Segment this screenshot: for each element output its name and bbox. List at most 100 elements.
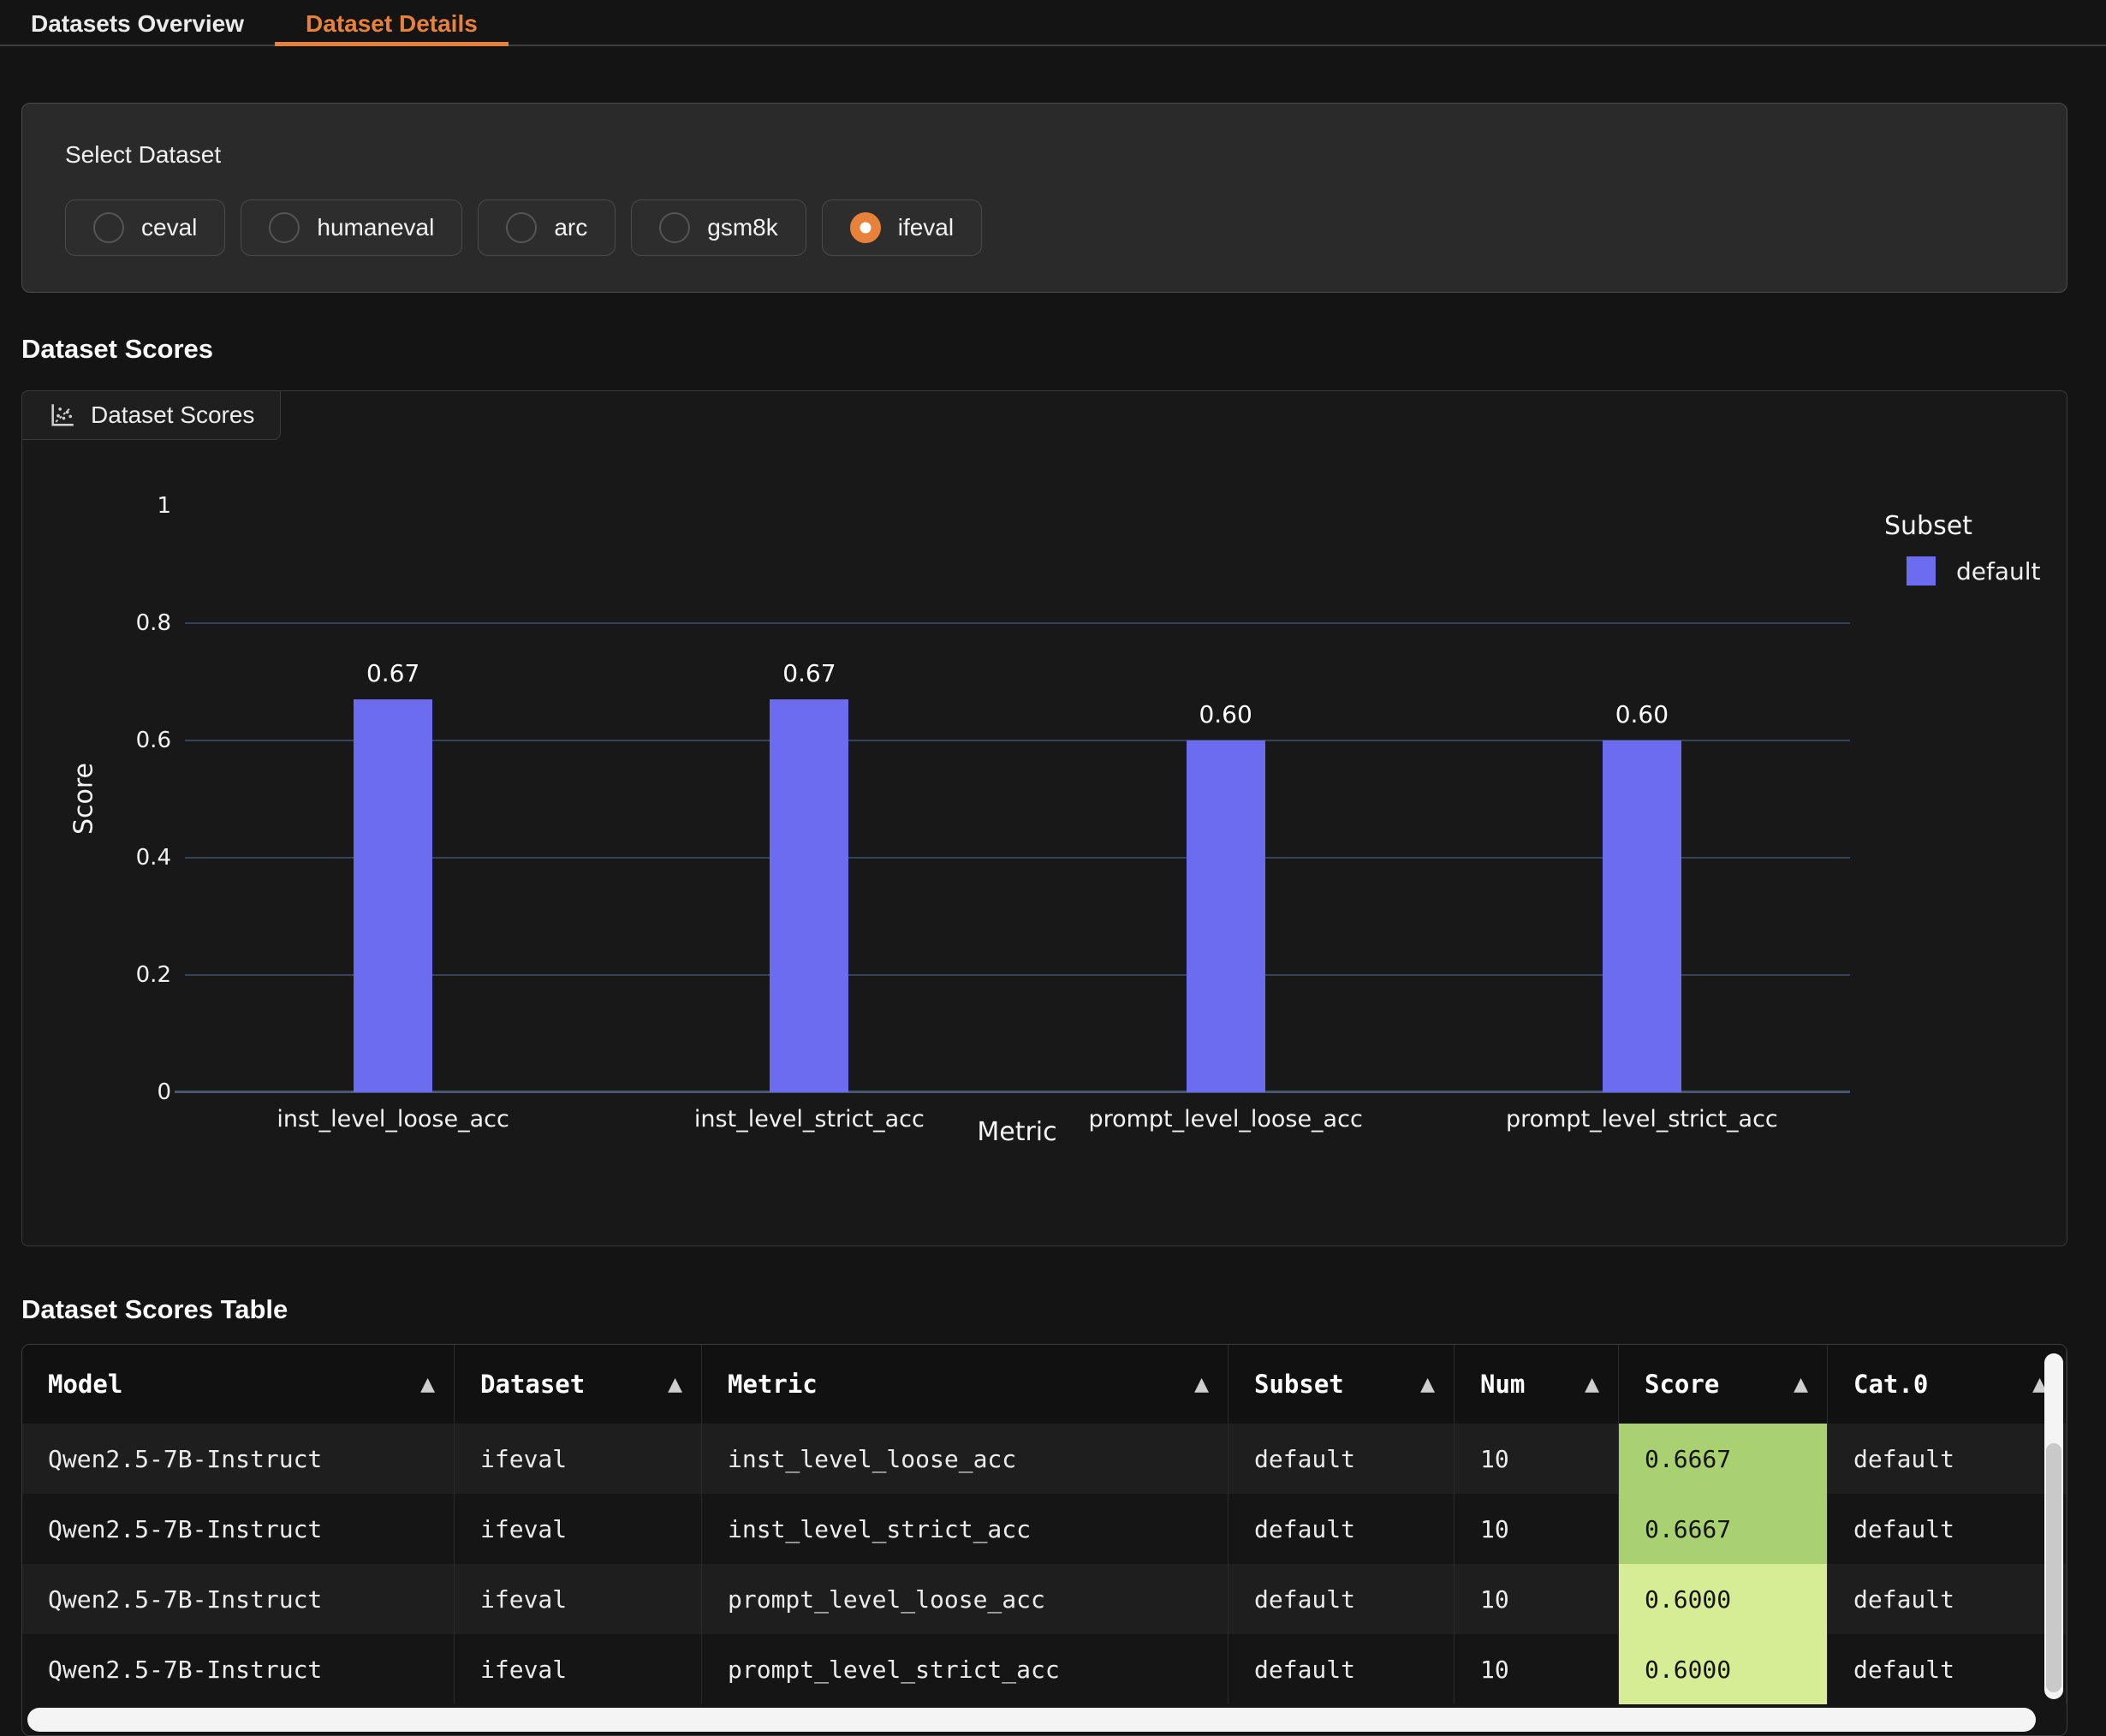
legend-item[interactable]: default xyxy=(1884,556,2041,586)
table-cell: ifeval xyxy=(455,1494,702,1564)
chart-section-heading: Dataset Scores xyxy=(21,334,2106,365)
column-header-subset[interactable]: Subset ▲ xyxy=(1228,1345,1455,1424)
score-cell: 0.6000 xyxy=(1619,1634,1828,1704)
table-cell: default xyxy=(1828,1564,2067,1634)
column-header-model[interactable]: Model ▲ xyxy=(22,1345,455,1424)
legend-swatch xyxy=(1907,556,1936,586)
score-cell: 0.6667 xyxy=(1619,1494,1828,1564)
table-cell: default xyxy=(1228,1634,1455,1704)
table-cell: 10 xyxy=(1455,1424,1619,1494)
table-cell: Qwen2.5-7B-Instruct xyxy=(22,1564,455,1634)
sort-asc-icon: ▲ xyxy=(1194,1374,1209,1395)
h-scrollbar[interactable] xyxy=(27,1708,2036,1732)
table-cell: default xyxy=(1828,1424,2067,1494)
radio-icon xyxy=(659,212,690,243)
radio-icon xyxy=(506,212,537,243)
table-cell: default xyxy=(1828,1634,2067,1704)
score-cell: 0.6667 xyxy=(1619,1424,1828,1494)
table-row: Qwen2.5-7B-Instructifevalinst_level_stri… xyxy=(22,1494,2067,1564)
column-header-label: Cat.0 xyxy=(1853,1370,2024,1399)
column-header-cat0[interactable]: Cat.0 ▲ xyxy=(1828,1345,2067,1424)
sort-asc-icon: ▲ xyxy=(1794,1374,1808,1395)
table-cell: Qwen2.5-7B-Instruct xyxy=(22,1634,455,1704)
chart-card: Dataset Scores Score 00.20.40.60.810.67i… xyxy=(21,390,2067,1246)
table-cell: 10 xyxy=(1455,1564,1619,1634)
table-row: Qwen2.5-7B-Instructifevalinst_level_loos… xyxy=(22,1424,2067,1494)
table-cell: ifeval xyxy=(455,1564,702,1634)
table-cell: Qwen2.5-7B-Instruct xyxy=(22,1494,455,1564)
column-header-dataset[interactable]: Dataset ▲ xyxy=(455,1345,702,1424)
x-axis-tick-label: prompt_level_loose_acc xyxy=(1088,1106,1362,1133)
score-cell: 0.6000 xyxy=(1619,1564,1828,1634)
column-header-label: Dataset xyxy=(480,1370,659,1399)
chart-tab[interactable]: Dataset Scores xyxy=(21,390,281,440)
radio-option-gsm8k[interactable]: gsm8k xyxy=(631,199,806,256)
table-body: Qwen2.5-7B-Instructifevalinst_level_loos… xyxy=(22,1424,2067,1704)
table-cell: default xyxy=(1228,1564,1455,1634)
select-dataset-label: Select Dataset xyxy=(65,141,2032,169)
x-axis-tick-label: inst_level_strict_acc xyxy=(694,1106,925,1133)
table-row: Qwen2.5-7B-Instructifevalprompt_level_st… xyxy=(22,1634,2067,1704)
y-axis-tick-label: 0.6 xyxy=(136,728,171,753)
v-scrollbar-thumb[interactable] xyxy=(2046,1443,2061,1692)
top-tab-bar: Datasets Overview Dataset Details xyxy=(0,0,2106,46)
radio-option-label: arc xyxy=(554,214,587,241)
radio-icon xyxy=(269,212,300,243)
radio-option-ceval[interactable]: ceval xyxy=(65,199,225,256)
bar xyxy=(354,699,432,1092)
column-header-label: Num xyxy=(1480,1370,1576,1399)
column-header-num[interactable]: Num ▲ xyxy=(1455,1345,1619,1424)
y-axis-tick-label: 0 xyxy=(157,1079,171,1105)
radio-option-ifeval[interactable]: ifeval xyxy=(822,199,982,256)
table-cell: default xyxy=(1228,1424,1455,1494)
gridline xyxy=(185,974,1850,976)
scatter-chart-icon xyxy=(48,401,77,430)
y-axis-tick-label: 0.2 xyxy=(136,962,171,988)
legend-label: default xyxy=(1956,557,2041,586)
radio-option-humaneval[interactable]: humaneval xyxy=(241,199,462,256)
column-header-label: Model xyxy=(48,1370,412,1399)
table-cell: ifeval xyxy=(455,1424,702,1494)
table-cell: default xyxy=(1228,1494,1455,1564)
v-scrollbar[interactable] xyxy=(2044,1353,2063,1699)
radio-option-label: humaneval xyxy=(317,214,434,241)
chart-tab-label: Dataset Scores xyxy=(91,401,254,429)
table-cell: 10 xyxy=(1455,1634,1619,1704)
sort-asc-icon: ▲ xyxy=(420,1374,435,1395)
column-header-score[interactable]: Score ▲ xyxy=(1619,1345,1828,1424)
dataset-radio-group: ceval humaneval arc gsm8k ifeval xyxy=(65,199,2032,256)
table-header-row: Model ▲ Dataset ▲ Metric ▲ Subset ▲ Num … xyxy=(22,1345,2067,1424)
gridline xyxy=(185,740,1850,741)
radio-option-label: ceval xyxy=(141,214,197,241)
radio-option-arc[interactable]: arc xyxy=(478,199,616,256)
bar-value-label: 0.60 xyxy=(1199,700,1252,728)
bar-value-label: 0.60 xyxy=(1615,700,1669,728)
tab-dataset-details[interactable]: Dataset Details xyxy=(275,0,509,46)
y-axis-title: Score xyxy=(69,763,99,835)
x-axis-tick-label: prompt_level_strict_acc xyxy=(1506,1106,1778,1133)
column-header-metric[interactable]: Metric ▲ xyxy=(702,1345,1228,1424)
tab-datasets-overview[interactable]: Datasets Overview xyxy=(0,0,275,46)
gridline xyxy=(185,622,1850,624)
table-cell: inst_level_loose_acc xyxy=(702,1424,1228,1494)
table-cell: inst_level_strict_acc xyxy=(702,1494,1228,1564)
x-axis-title: Metric xyxy=(977,1117,1056,1147)
table-card: Model ▲ Dataset ▲ Metric ▲ Subset ▲ Num … xyxy=(21,1344,2067,1736)
table-cell: 10 xyxy=(1455,1494,1619,1564)
y-axis-tick-label: 0.4 xyxy=(136,845,171,871)
table-cell: Qwen2.5-7B-Instruct xyxy=(22,1424,455,1494)
table-cell: prompt_level_loose_acc xyxy=(702,1564,1228,1634)
bar xyxy=(770,699,848,1092)
y-axis-tick-label: 1 xyxy=(157,493,171,519)
column-header-label: Subset xyxy=(1254,1370,1412,1399)
gridline xyxy=(185,857,1850,859)
bar-value-label: 0.67 xyxy=(782,659,836,687)
legend-title: Subset xyxy=(1884,511,2041,541)
bar xyxy=(1603,740,1681,1092)
radio-option-label: ifeval xyxy=(898,214,954,241)
x-axis-tick-label: inst_level_loose_acc xyxy=(277,1106,509,1133)
sort-asc-icon: ▲ xyxy=(1420,1374,1435,1395)
radio-option-label: gsm8k xyxy=(707,214,777,241)
column-header-label: Metric xyxy=(728,1370,1186,1399)
sort-asc-icon: ▲ xyxy=(668,1374,682,1395)
